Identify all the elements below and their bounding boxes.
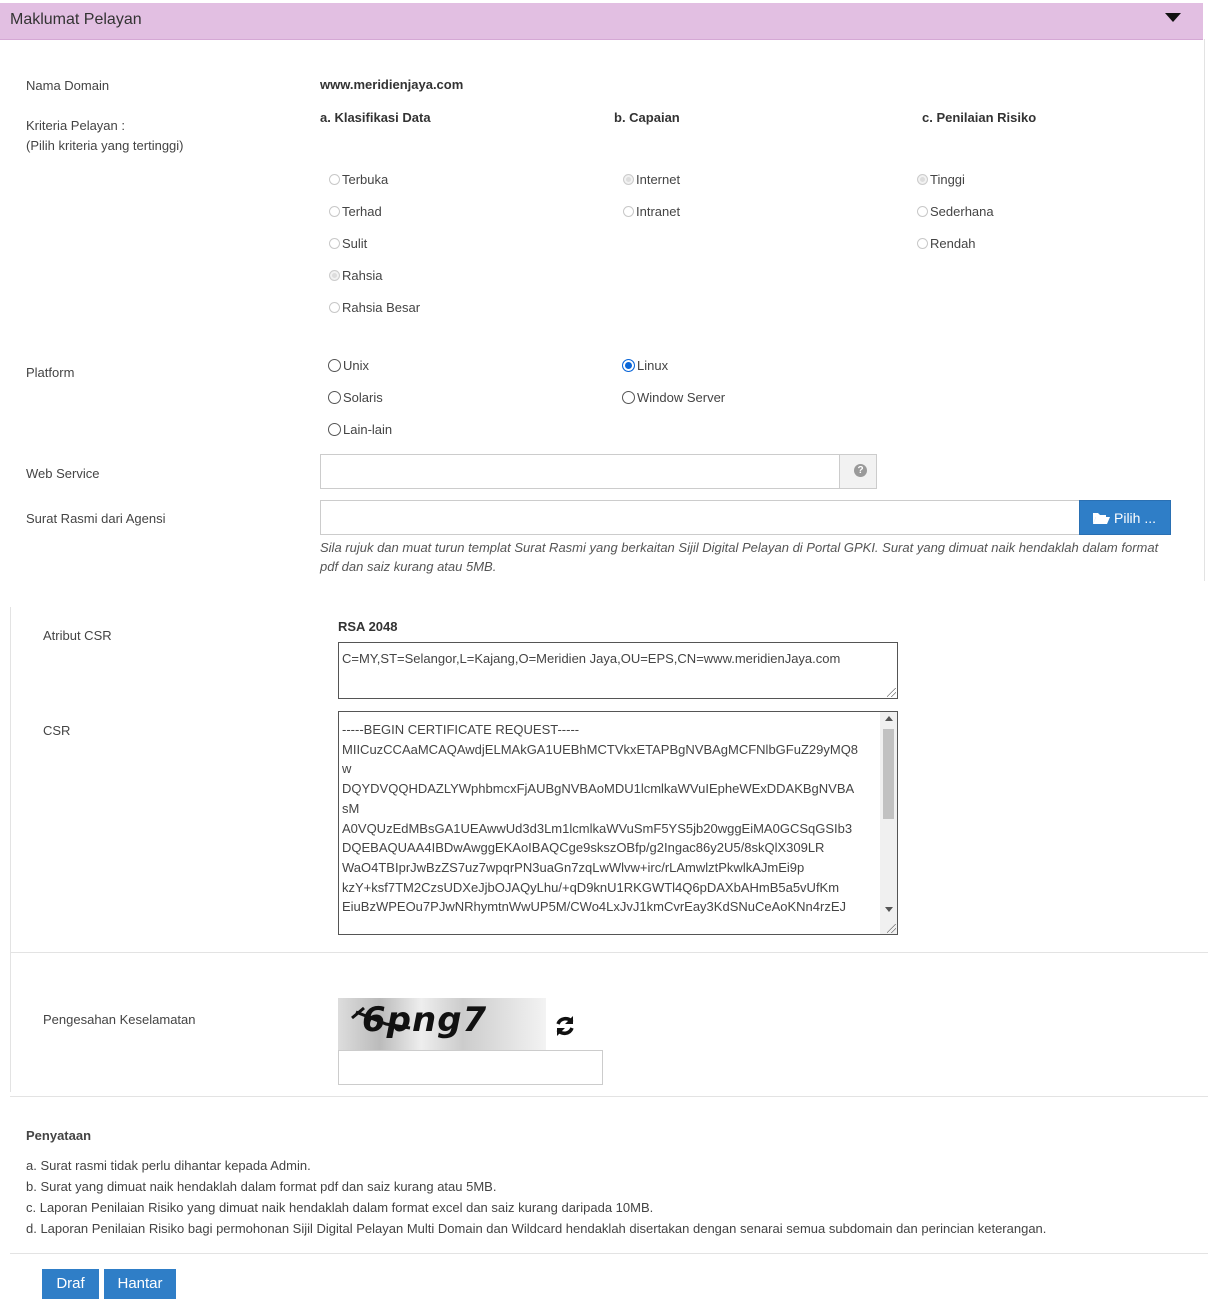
- divider: [10, 952, 1208, 953]
- csr-line: w: [342, 761, 352, 777]
- statement-heading: Penyataan: [26, 1128, 92, 1143]
- letter-file-input[interactable]: [320, 500, 1080, 535]
- radio-circle: [917, 238, 928, 249]
- radio-circle-checked: [623, 174, 634, 185]
- security-label: Pengesahan Keselamatan: [43, 1012, 196, 1027]
- radio-terhad[interactable]: Terhad: [329, 204, 382, 219]
- radio-circle-checked: [917, 174, 928, 185]
- csr-line: WaO4TBIprJwBzZS7uz7wpqrPN3uaGn7zqLwWlvw+…: [342, 859, 805, 875]
- draft-button[interactable]: Draf: [42, 1269, 99, 1299]
- radio-circle-checked: [622, 359, 635, 372]
- reach-heading: b. Capaian: [614, 110, 680, 125]
- captcha-input[interactable]: [338, 1050, 603, 1085]
- radio-sederhana[interactable]: Sederhana: [917, 204, 994, 219]
- choose-file-button[interactable]: Pilih ...: [1079, 500, 1171, 535]
- section-border-left: [10, 607, 11, 1092]
- radio-circle-checked: [329, 270, 340, 281]
- radio-circle: [328, 391, 341, 404]
- radio-circle: [329, 174, 340, 185]
- panel-border: [1204, 39, 1205, 581]
- captcha-image: 6png7: [338, 998, 546, 1050]
- radio-circle: [622, 391, 635, 404]
- radio-rahsia[interactable]: Rahsia: [329, 268, 382, 283]
- csr-label: CSR: [43, 723, 71, 738]
- csr-scrollbar[interactable]: [880, 712, 897, 934]
- captcha-noise: [351, 1006, 411, 1030]
- radio-circle: [917, 206, 928, 217]
- radio-unix[interactable]: Unix: [328, 358, 369, 373]
- radio-intranet[interactable]: Intranet: [623, 204, 680, 219]
- divider: [10, 1253, 1208, 1254]
- radio-linux[interactable]: Linux: [622, 358, 668, 373]
- scroll-thumb[interactable]: [883, 729, 894, 819]
- statement-item: b. Surat yang dimuat naik hendaklah dala…: [26, 1179, 497, 1194]
- panel-header[interactable]: Maklumat Pelayan: [0, 3, 1203, 40]
- platform-label: Platform: [26, 365, 75, 380]
- csr-line: A0VQUzEdMBsGA1UEAwwUd3d3Lm1lcmlkaWVuSmF5…: [342, 820, 853, 836]
- radio-circle: [329, 302, 340, 313]
- radio-circle: [329, 238, 340, 249]
- criteria-label: Kriteria Pelayan :: [26, 118, 125, 133]
- resize-grip[interactable]: [887, 688, 896, 697]
- radio-circle: [623, 206, 634, 217]
- radio-rahsia-besar[interactable]: Rahsia Besar: [329, 300, 420, 315]
- radio-circle: [329, 206, 340, 217]
- csr-line: -----BEGIN CERTIFICATE REQUEST-----: [342, 722, 580, 737]
- scroll-down-icon[interactable]: [885, 907, 893, 912]
- question-circle-icon: ?: [854, 464, 867, 477]
- folder-open-icon: [1093, 513, 1110, 524]
- csr-attr-textarea[interactable]: C=MY,ST=Selangor,L=Kajang,O=Meridien Jay…: [338, 642, 898, 699]
- letter-help-text: Sila rujuk dan muat turun templat Surat …: [320, 540, 1159, 574]
- domain-value: www.meridienjaya.com: [320, 77, 464, 92]
- csr-line: DQYDVQQHDAZLYWphbmcxFjAUBgNVBAoMDU1lcmlk…: [342, 781, 855, 797]
- refresh-icon[interactable]: [553, 1014, 577, 1038]
- key-type: RSA 2048: [338, 619, 398, 634]
- choose-file-label: Pilih ...: [1114, 510, 1157, 526]
- radio-internet[interactable]: Internet: [623, 172, 680, 187]
- csr-line: MIICuzCCAaMCAQAwdjELMAkGA1UEBhMCTVkxETAP…: [342, 741, 859, 757]
- radio-circle: [328, 359, 341, 372]
- radio-sulit[interactable]: Sulit: [329, 236, 367, 251]
- csr-attr-label: Atribut CSR: [43, 628, 112, 643]
- web-service-label: Web Service: [26, 466, 100, 481]
- domain-label: Nama Domain: [26, 78, 110, 93]
- risk-heading: c. Penilaian Risiko: [922, 110, 1037, 125]
- radio-tinggi[interactable]: Tinggi: [917, 172, 965, 187]
- radio-terbuka[interactable]: Terbuka: [329, 172, 388, 187]
- radio-rendah[interactable]: Rendah: [917, 236, 976, 251]
- csr-line: sM: [342, 800, 360, 816]
- web-service-input[interactable]: [320, 454, 840, 489]
- scroll-up-icon[interactable]: [885, 716, 893, 721]
- submit-button[interactable]: Hantar: [104, 1269, 176, 1299]
- panel-title: Maklumat Pelayan: [10, 11, 142, 28]
- divider: [10, 1096, 1208, 1097]
- csr-attr-text: C=MY,ST=Selangor,L=Kajang,O=Meridien Jay…: [342, 651, 841, 666]
- csr-textarea[interactable]: -----BEGIN CERTIFICATE REQUEST----- MIIC…: [338, 711, 898, 935]
- radio-window-server[interactable]: Window Server: [622, 390, 725, 405]
- radio-lain-lain[interactable]: Lain-lain: [328, 422, 392, 437]
- csr-line: DQEBAQUAA4IBDwAwggEKAoIBAQCge9skszOBfp/g…: [342, 840, 825, 856]
- classification-heading: a. Klasifikasi Data: [320, 110, 431, 125]
- letter-label: Surat Rasmi dari Agensi: [26, 511, 166, 526]
- csr-line: kzY+ksf7TM2CzsUDXeJjbOJAQyLhu/+qD9knU1RK…: [342, 879, 840, 895]
- criteria-sublabel: (Pilih kriteria yang tertinggi): [26, 138, 184, 153]
- statement-item: a. Surat rasmi tidak perlu dihantar kepa…: [26, 1158, 311, 1173]
- statement-item: c. Laporan Penilaian Risiko yang dimuat …: [26, 1200, 654, 1215]
- radio-solaris[interactable]: Solaris: [328, 390, 383, 405]
- csr-line: EiuBzWPEOu7PJwNRhymtnWwUP5M/CWo4LxJvJ1km…: [342, 899, 847, 915]
- radio-circle: [328, 423, 341, 436]
- resize-grip[interactable]: [887, 924, 896, 933]
- caret-down-icon[interactable]: [1165, 13, 1181, 22]
- web-service-help-addon[interactable]: ?: [839, 454, 877, 489]
- statement-item: d. Laporan Penilaian Risiko bagi permoho…: [26, 1221, 1047, 1236]
